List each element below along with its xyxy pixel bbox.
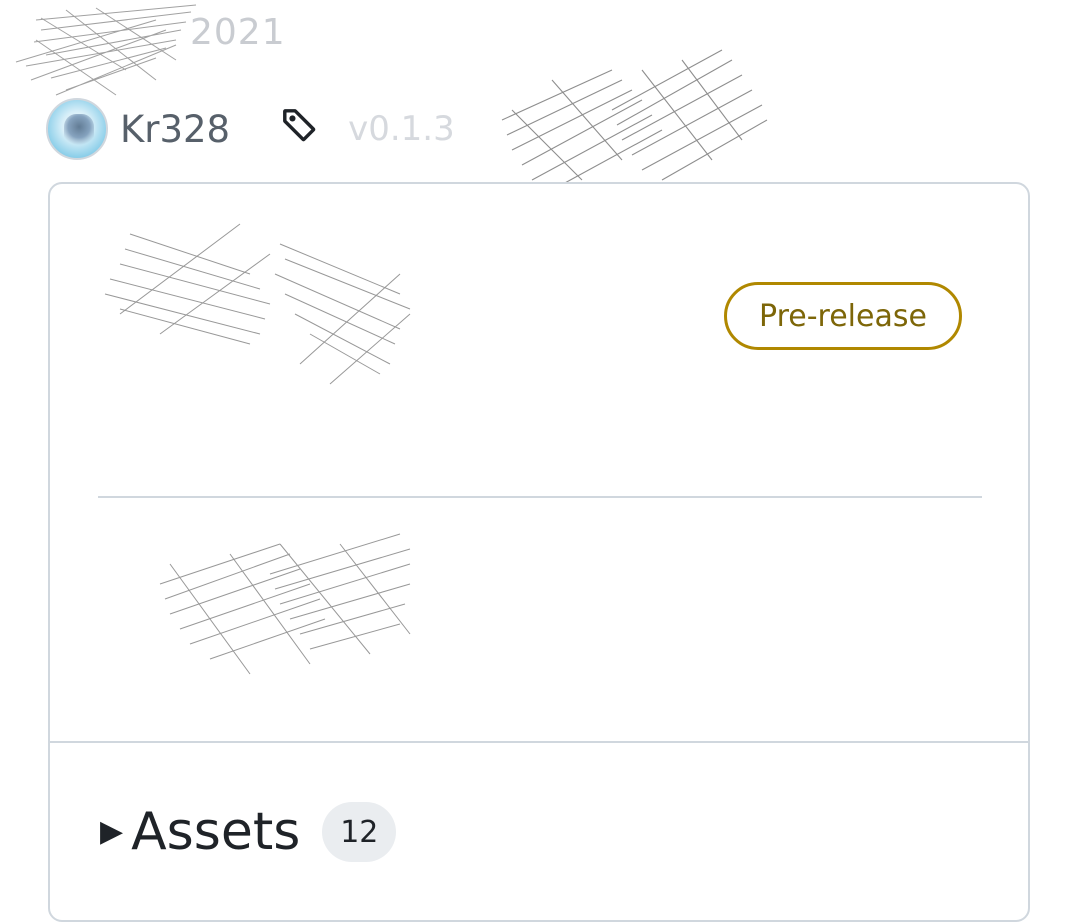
assets-title: Assets (131, 802, 301, 862)
body-divider (98, 496, 982, 498)
redaction-scribble-notes (159, 533, 411, 675)
assets-separator (50, 741, 1028, 743)
tag-name[interactable]: v0.1.3 (348, 109, 455, 149)
tag-icon (283, 109, 316, 142)
release-card: Pre-release ▶ Assets 12 (48, 182, 1030, 922)
redaction-scribble-title (104, 223, 411, 385)
assets-toggle[interactable]: ▶ Assets 12 (100, 802, 397, 862)
avatar[interactable] (46, 98, 108, 160)
assets-count-badge: 12 (322, 802, 397, 862)
pre-release-badge: Pre-release (724, 282, 962, 350)
release-meta-row: Kr328 v0.1.3 (46, 98, 455, 160)
release-date: 2021 (190, 12, 286, 53)
author-link[interactable]: Kr328 (120, 108, 230, 151)
triangle-right-icon: ▶ (100, 814, 124, 849)
release-body: Pre-release (50, 184, 1028, 742)
